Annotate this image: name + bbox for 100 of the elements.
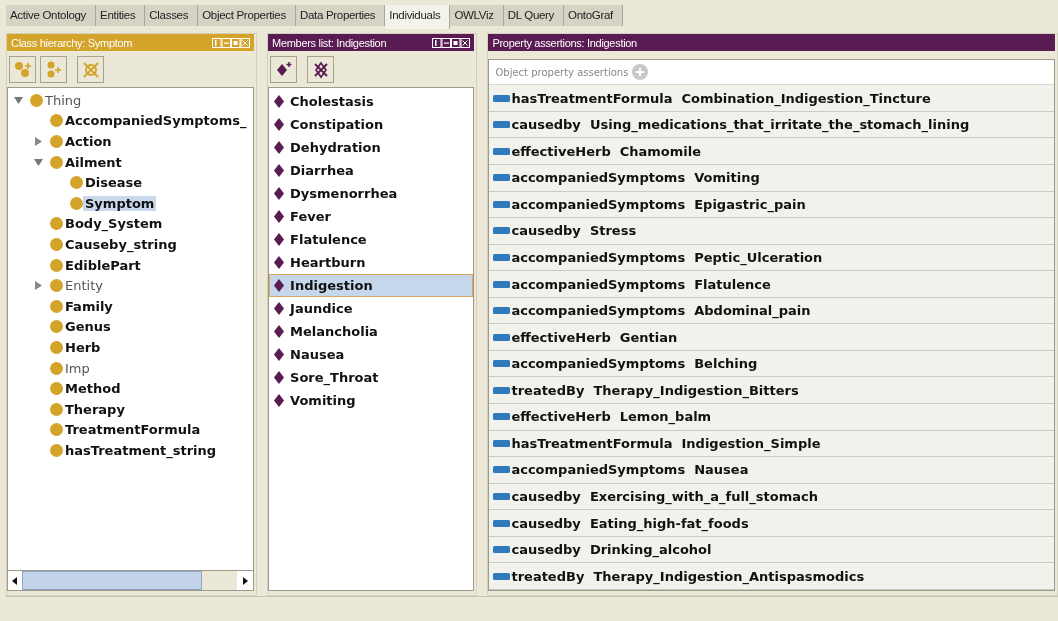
individual-icon <box>274 164 285 177</box>
object-property-icon <box>493 121 511 129</box>
scroll-thumb[interactable] <box>22 571 202 590</box>
delete-class-button[interactable] <box>77 56 104 83</box>
object-property-icon <box>493 572 511 580</box>
class-icon <box>50 299 63 313</box>
add-individual-button[interactable] <box>270 56 298 83</box>
tab[interactable]: Entities <box>96 5 146 26</box>
object-property-icon <box>493 386 511 394</box>
individual-icon <box>274 371 285 384</box>
individual-item[interactable]: Vomiting <box>269 389 474 412</box>
individual-item[interactable]: Dehydration <box>269 136 474 159</box>
individual-icon <box>274 95 285 108</box>
class-icon <box>50 155 63 169</box>
individual-icon <box>274 141 285 154</box>
collapsed-toggle-icon[interactable] <box>34 281 43 291</box>
delete-icon <box>81 60 100 79</box>
delete-individual-button[interactable] <box>307 56 335 83</box>
object-property-icon <box>493 307 511 315</box>
class-icon <box>50 114 63 128</box>
assertion-text[interactable]: causedby Stress <box>511 223 637 239</box>
class-item[interactable]: Imp <box>63 360 92 376</box>
class-icon <box>50 279 63 293</box>
object-property-icon <box>493 439 511 447</box>
class-item[interactable]: Therapy <box>63 401 127 417</box>
tab[interactable]: Object Properties <box>198 5 296 26</box>
object-property-icon <box>493 360 511 368</box>
individual-icon <box>274 210 285 223</box>
class-icon <box>70 176 83 190</box>
class-item[interactable]: hasTreatment_string <box>63 442 219 458</box>
expanded-toggle-icon[interactable] <box>34 157 43 167</box>
individual-item[interactable]: Dysmenorrhea <box>269 182 474 205</box>
object-property-icon <box>493 280 511 288</box>
tab[interactable]: OntoGraf <box>564 5 623 26</box>
tab[interactable]: Classes <box>145 5 199 26</box>
object-property-icon <box>493 200 511 208</box>
individual-item[interactable]: Indigestion <box>269 274 474 297</box>
individual-item[interactable]: Heartburn <box>269 251 474 274</box>
object-property-icon <box>493 413 511 421</box>
individual-item[interactable]: Diarrhea <box>269 159 474 182</box>
horizontal-scrollbar[interactable] <box>8 570 254 590</box>
class-item[interactable]: Herb <box>63 339 103 355</box>
individual-icon <box>274 256 285 269</box>
individual-icon <box>274 233 285 246</box>
collapsed-toggle-icon[interactable] <box>34 137 43 146</box>
individual-item[interactable]: Constipation <box>269 113 474 136</box>
panel-title: Property assertions: Indigestion <box>492 36 637 49</box>
individual-item[interactable]: Flatulence <box>269 228 474 251</box>
individual-item[interactable]: Jaundice <box>269 297 474 320</box>
individual-icon <box>274 279 285 292</box>
class-item[interactable]: Entity <box>63 278 105 294</box>
class-item[interactable]: AccompaniedSymptoms_ <box>63 113 249 129</box>
individual-icon <box>274 187 285 200</box>
class-icon <box>50 382 63 396</box>
individual-item[interactable]: Melancholia <box>269 320 474 343</box>
assertion-text[interactable]: effectiveHerb Gentian <box>511 329 678 345</box>
class-item[interactable]: Method <box>63 381 123 397</box>
individual-item[interactable]: Nausea <box>269 343 474 366</box>
individual-icon <box>274 394 285 407</box>
expanded-toggle-icon[interactable] <box>14 95 23 105</box>
add-subclass-button[interactable] <box>9 56 36 83</box>
tab[interactable]: Active Ontology <box>6 5 97 26</box>
panel-title: Class hierarchy: Symptom <box>11 36 133 49</box>
class-item[interactable]: Genus <box>63 319 113 335</box>
object-property-icon <box>493 227 511 235</box>
class-icon <box>50 423 63 437</box>
class-icon <box>50 217 63 231</box>
view-controls-icon <box>432 37 471 48</box>
class-icon <box>50 258 63 272</box>
individual-item[interactable]: Fever <box>269 205 474 228</box>
delete-icon <box>311 60 330 79</box>
individual-icon <box>274 325 285 338</box>
class-item[interactable]: Symptom <box>83 195 157 211</box>
tab[interactable]: Individuals <box>385 5 451 29</box>
tab[interactable]: OWLViz <box>450 5 504 26</box>
object-property-icon <box>493 94 511 102</box>
class-icon <box>70 196 83 210</box>
add-sibling-button[interactable] <box>40 56 67 83</box>
class-item[interactable]: TreatmentFormula <box>63 422 203 438</box>
class-item[interactable]: Ailment <box>63 154 124 170</box>
individual-item[interactable]: Sore_Throat <box>269 366 474 389</box>
tab[interactable]: DL Query <box>503 5 565 26</box>
class-item[interactable]: Body_System <box>63 216 165 232</box>
class-item[interactable]: Disease <box>83 175 145 191</box>
class-icon <box>50 237 63 251</box>
object-property-icon <box>493 333 511 341</box>
class-item[interactable]: Thing <box>43 92 84 108</box>
class-item[interactable]: Action <box>63 134 114 149</box>
object-property-icon <box>493 147 511 155</box>
class-item[interactable]: EdiblePart <box>63 257 143 273</box>
class-item[interactable]: Family <box>63 298 115 314</box>
tab[interactable]: Data Properties <box>295 5 386 26</box>
add-subclass-icon <box>13 60 32 79</box>
object-property-icon <box>493 174 511 182</box>
object-property-icon <box>493 519 511 527</box>
class-icon <box>50 402 63 416</box>
individual-icon <box>274 118 285 131</box>
scroll-track[interactable] <box>22 571 238 590</box>
individual-item[interactable]: Cholestasis <box>269 90 474 113</box>
class-item[interactable]: Causeby_string <box>63 236 179 252</box>
